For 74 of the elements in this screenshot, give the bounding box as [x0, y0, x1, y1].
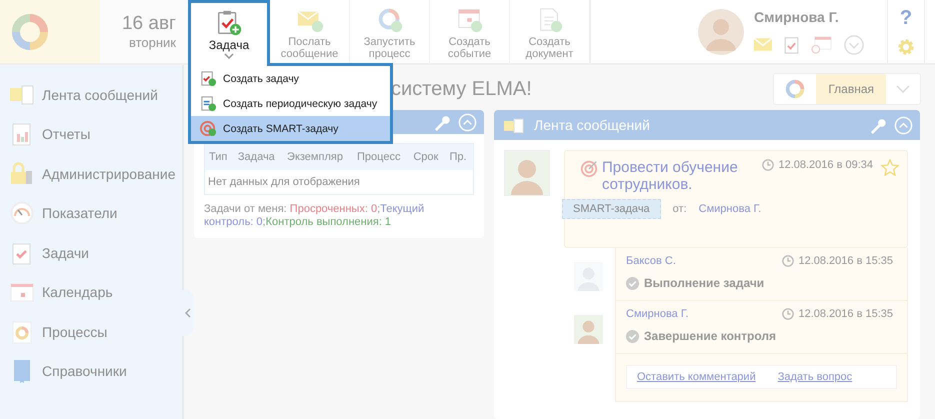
user-name[interactable]: Смирнова Г. [754, 8, 879, 24]
column-header[interactable]: Экземпляр [283, 144, 354, 170]
sidebar-item[interactable]: Лента сообщений [0, 75, 182, 114]
sidebar-item[interactable]: Задачи [0, 233, 182, 272]
clipboard-icon [200, 70, 217, 87]
check-icon [626, 276, 639, 290]
column-header[interactable]: Процесс [353, 144, 410, 170]
sidebar-item[interactable]: Процессы [0, 312, 182, 352]
weekday: вторник [128, 35, 176, 50]
column-header[interactable]: Тип [204, 144, 234, 170]
chevron-up-icon[interactable] [458, 112, 477, 132]
wrench-icon[interactable] [433, 114, 450, 130]
column-header[interactable]: Задача [234, 144, 284, 170]
author-link[interactable]: Смирнова Г. [698, 203, 762, 215]
widget-title: Лента сообщений [534, 117, 650, 133]
timestamp: 12.08.2016 в 15:35 [798, 255, 893, 267]
menu-item[interactable]: Создать периодическую задачу [191, 91, 390, 116]
task-summary: Задачи от меня: Просроченных: 0;Текущий контроль: 0;Контроль выполнения: 1 [204, 203, 426, 229]
author-link[interactable]: Баксов С. [626, 255, 676, 267]
target-icon [580, 159, 598, 177]
chevron-left-icon [185, 308, 191, 318]
sidebar-item[interactable]: Отчеты [0, 114, 182, 154]
action-link[interactable]: Оставить комментарий [637, 371, 756, 383]
gauge-icon [10, 201, 34, 226]
clipboard-icon [200, 95, 217, 112]
avatar[interactable] [504, 150, 550, 196]
envelope-icon[interactable] [754, 38, 772, 51]
sidebar-item[interactable]: Администрирование [0, 154, 182, 194]
column-header[interactable]: Пр. [445, 144, 474, 170]
event-action: Завершение контроля [644, 329, 776, 343]
date: 16 авг [122, 13, 176, 35]
process-icon [10, 320, 34, 344]
calendar-icon[interactable] [811, 35, 832, 54]
wrench-icon[interactable] [869, 116, 886, 134]
logo-icon[interactable] [10, 12, 50, 52]
clock-icon [782, 308, 794, 320]
avatar[interactable] [574, 315, 603, 344]
page-title: систему ELMA! [391, 78, 532, 100]
empty-message: Нет данных для отображения [204, 170, 474, 194]
post-title[interactable]: Провести обучение сотрудников. [602, 159, 758, 193]
chevron-down-icon[interactable] [844, 34, 864, 54]
author-link[interactable]: Смирнова Г. [626, 308, 689, 320]
clock-icon [782, 255, 794, 267]
help-link[interactable]: ? [900, 7, 912, 30]
menu-item[interactable]: Создать задачу [191, 66, 390, 91]
envelope-icon [10, 82, 34, 107]
timestamp: 12.08.2016 в 09:34 [778, 159, 873, 171]
sidebar-item[interactable]: Показатели [0, 194, 182, 233]
caret-icon[interactable] [896, 85, 910, 93]
star-icon[interactable] [881, 159, 899, 177]
envelope-icon [504, 118, 524, 132]
target-icon [200, 120, 217, 137]
from-label: от: [672, 203, 687, 215]
avatar[interactable] [698, 8, 744, 54]
collapse-tab[interactable] [182, 290, 194, 336]
toolbar-button[interactable]: Задача [188, 0, 270, 66]
clipboard-icon[interactable] [784, 36, 799, 54]
lock-icon [10, 162, 34, 186]
event-action: Выполнение задачи [644, 276, 764, 290]
tag: SMART-задача [562, 199, 661, 219]
logo-icon[interactable] [784, 78, 806, 100]
clock-icon [762, 159, 774, 171]
caret-icon [224, 53, 234, 59]
timestamp: 12.08.2016 в 15:35 [798, 308, 893, 320]
chevron-up-icon[interactable] [894, 116, 913, 134]
sidebar-item[interactable]: Справочники [0, 352, 182, 391]
settings-icon[interactable] [897, 38, 915, 56]
check-icon [626, 330, 639, 342]
action-link[interactable]: Задать вопрос [778, 371, 852, 383]
clipboard-icon [215, 9, 243, 37]
home-tab[interactable]: Главная [816, 74, 886, 104]
menu-item[interactable]: Создать SMART-задачу [191, 116, 390, 141]
column-header[interactable]: Срок [409, 144, 446, 170]
sidebar-item[interactable]: Календарь [0, 272, 182, 312]
